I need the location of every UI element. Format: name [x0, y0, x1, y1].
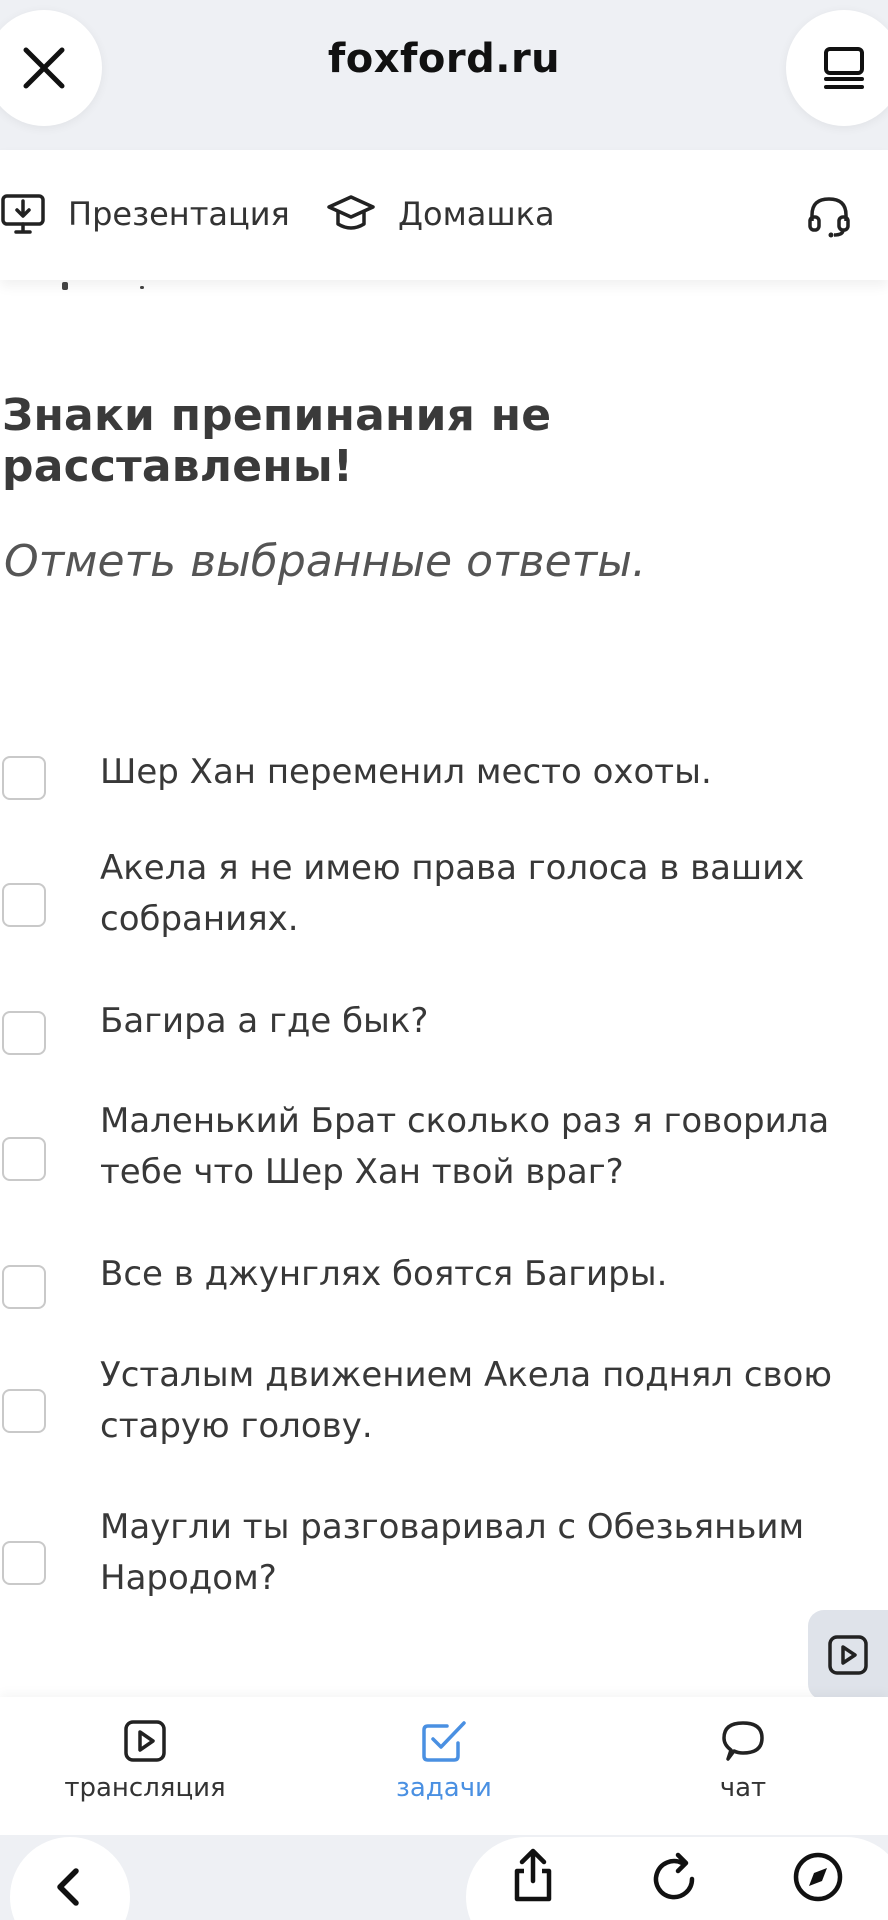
headset-icon — [808, 197, 850, 238]
nav-tasks[interactable]: задачи — [344, 1719, 544, 1803]
option-checkbox[interactable] — [2, 1389, 46, 1433]
option-text: Маугли ты разговаривал с Обезьяньим Наро… — [100, 1507, 805, 1598]
nav-chat[interactable]: чат — [643, 1719, 843, 1803]
site-title: foxford.ru — [327, 36, 561, 82]
option-text: Усталым движением Акела поднял свою стар… — [100, 1355, 832, 1446]
nav-chat-label: чат — [719, 1773, 767, 1803]
option-text: Акела я не имею права голоса в ваших соб… — [100, 848, 805, 939]
task-instruction: Отметь выбранные ответы. — [4, 536, 647, 587]
tabs-menu-button[interactable] — [786, 10, 888, 126]
presentation-download-icon — [1, 194, 45, 234]
play-icon — [124, 1720, 166, 1762]
option-checkbox[interactable] — [2, 756, 46, 800]
lesson-toolbar: Презентация Домашка — [0, 150, 888, 280]
presentation-label: Презентация — [68, 195, 290, 233]
homework-label: Домашка — [398, 195, 555, 233]
option-text: Маленький Брат сколько раз я говорила те… — [100, 1101, 830, 1192]
back-button[interactable] — [10, 1837, 130, 1920]
clipped-text-remnant — [0, 282, 200, 294]
nav-tasks-label: задачи — [396, 1773, 492, 1803]
play-icon — [828, 1635, 868, 1675]
video-float-button[interactable] — [808, 1610, 888, 1700]
option-checkbox[interactable] — [2, 1137, 46, 1181]
checkbox-icon — [422, 1721, 466, 1762]
browser-top-bar: foxford.ru — [0, 0, 888, 150]
tabs-menu-icon — [824, 47, 864, 89]
nav-stream-label: трансляция — [64, 1773, 226, 1803]
option-checkbox[interactable] — [2, 1011, 46, 1055]
support-button[interactable] — [806, 190, 852, 242]
chat-bubble-icon — [722, 1721, 764, 1761]
compass-icon[interactable] — [792, 1851, 844, 1903]
option-checkbox[interactable] — [2, 1541, 46, 1585]
app-bottom-nav: трансляция задачи чат — [0, 1697, 888, 1835]
option-text: Багира а где бык? — [100, 1001, 429, 1041]
browser-actions — [466, 1837, 888, 1920]
punctuation-warning: Знаки препинания не расставлены! — [2, 390, 552, 492]
homework-button[interactable]: Домашка — [326, 188, 555, 240]
reload-icon[interactable] — [648, 1851, 700, 1903]
option-text: Все в джунглях боятся Багиры. — [100, 1254, 668, 1294]
share-icon[interactable] — [508, 1847, 558, 1903]
option-checkbox[interactable] — [2, 883, 46, 927]
option-text: Шер Хан переменил место охоты. — [100, 752, 712, 792]
nav-stream[interactable]: трансляция — [45, 1719, 245, 1803]
browser-bottom-bar — [0, 1835, 888, 1920]
graduation-cap-icon — [327, 195, 375, 230]
option-checkbox[interactable] — [2, 1265, 46, 1309]
presentation-button[interactable]: Презентация — [0, 188, 290, 240]
chevron-left-icon — [57, 1868, 79, 1906]
